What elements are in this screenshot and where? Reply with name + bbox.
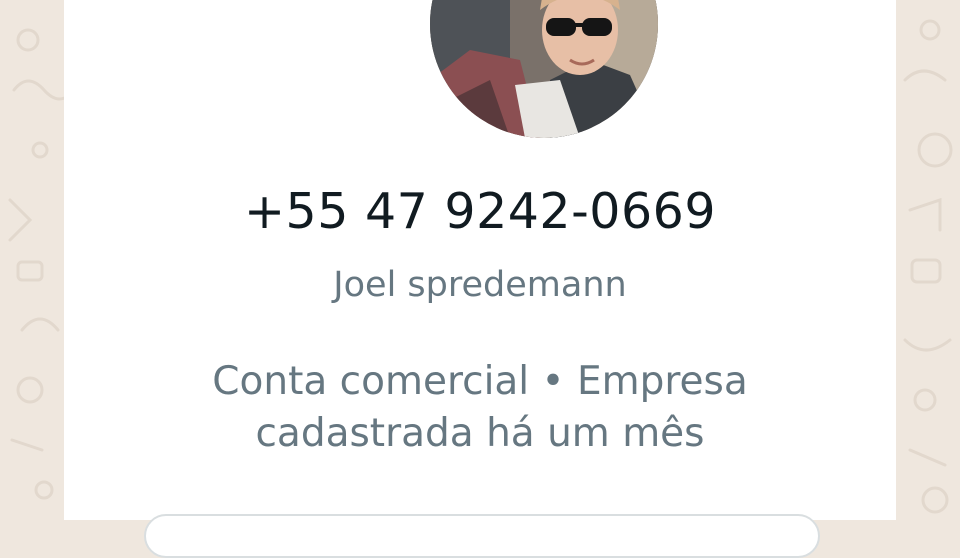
contact-info-card: +55 47 9242-0669 Joel spredemann Conta c…: [64, 0, 896, 558]
business-account-line-1: Conta comercial • Empresa: [212, 359, 748, 404]
avatar[interactable]: [430, 0, 658, 138]
contact-phone-number: +55 47 9242-0669: [244, 183, 716, 240]
contact-name: Joel spredemann: [333, 265, 627, 305]
business-account-line-2: cadastrada há um mês: [255, 411, 705, 456]
action-bar[interactable]: [144, 514, 820, 558]
profile-photo: [430, 0, 658, 138]
business-account-info: Conta comercial • Empresa cadastrada há …: [64, 356, 896, 460]
